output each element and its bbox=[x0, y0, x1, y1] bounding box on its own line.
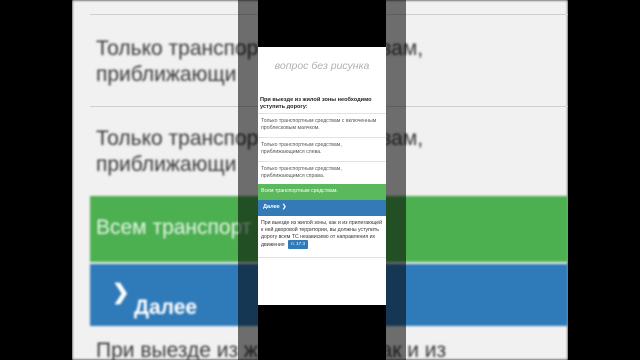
explanation: При выезде из жилой зоны, как и из приле… bbox=[261, 220, 385, 250]
next-button-label: Далее bbox=[263, 204, 280, 210]
question-text: При выезде из жилой зоны необходимо усту… bbox=[260, 97, 372, 110]
explanation-text: При выезде из жилой зоны, как и из приле… bbox=[261, 220, 382, 249]
answer-option-1-label: Только транспортным средствам с включенн… bbox=[261, 118, 377, 131]
chevron-right-icon: ❯ bbox=[281, 204, 287, 210]
rule-reference-badge[interactable]: п. 17.3 bbox=[288, 240, 309, 250]
phone-left-shadow bbox=[238, 0, 258, 360]
right-dark-bar bbox=[568, 0, 640, 360]
question-type-title: вопрос без рисунка bbox=[274, 60, 370, 72]
quiz-screen: вопрос без рисунка При выезде из жилой з… bbox=[258, 47, 386, 305]
phone-right-shadow bbox=[386, 0, 406, 360]
answer-option-2[interactable]: Только транспортным средствам, приближаю… bbox=[258, 137, 386, 161]
correct-answer-label: Всем транспортным средствам. bbox=[261, 188, 338, 194]
answer-option-3-label: Только транспортным средствам, приближаю… bbox=[261, 166, 342, 179]
background-answer-b-line-2: приближающи bbox=[96, 153, 237, 176]
answer-option-1[interactable]: Только транспортным средствам с включенн… bbox=[258, 113, 386, 137]
bottom-separator bbox=[258, 257, 386, 258]
answer-option-2-label: Только транспортным средствам, приближаю… bbox=[261, 142, 342, 155]
left-dark-bar bbox=[0, 0, 72, 360]
correct-answer-option[interactable]: Всем транспортным средствам. bbox=[258, 184, 386, 200]
answer-option-3[interactable]: Только транспортным средствам, приближаю… bbox=[258, 161, 386, 184]
phone-frame: вопрос без рисунка При выезде из жилой з… bbox=[258, 0, 386, 360]
next-button[interactable]: Далее ❯ bbox=[258, 200, 386, 216]
background-answer-a-line-2: приближающи bbox=[96, 63, 237, 86]
